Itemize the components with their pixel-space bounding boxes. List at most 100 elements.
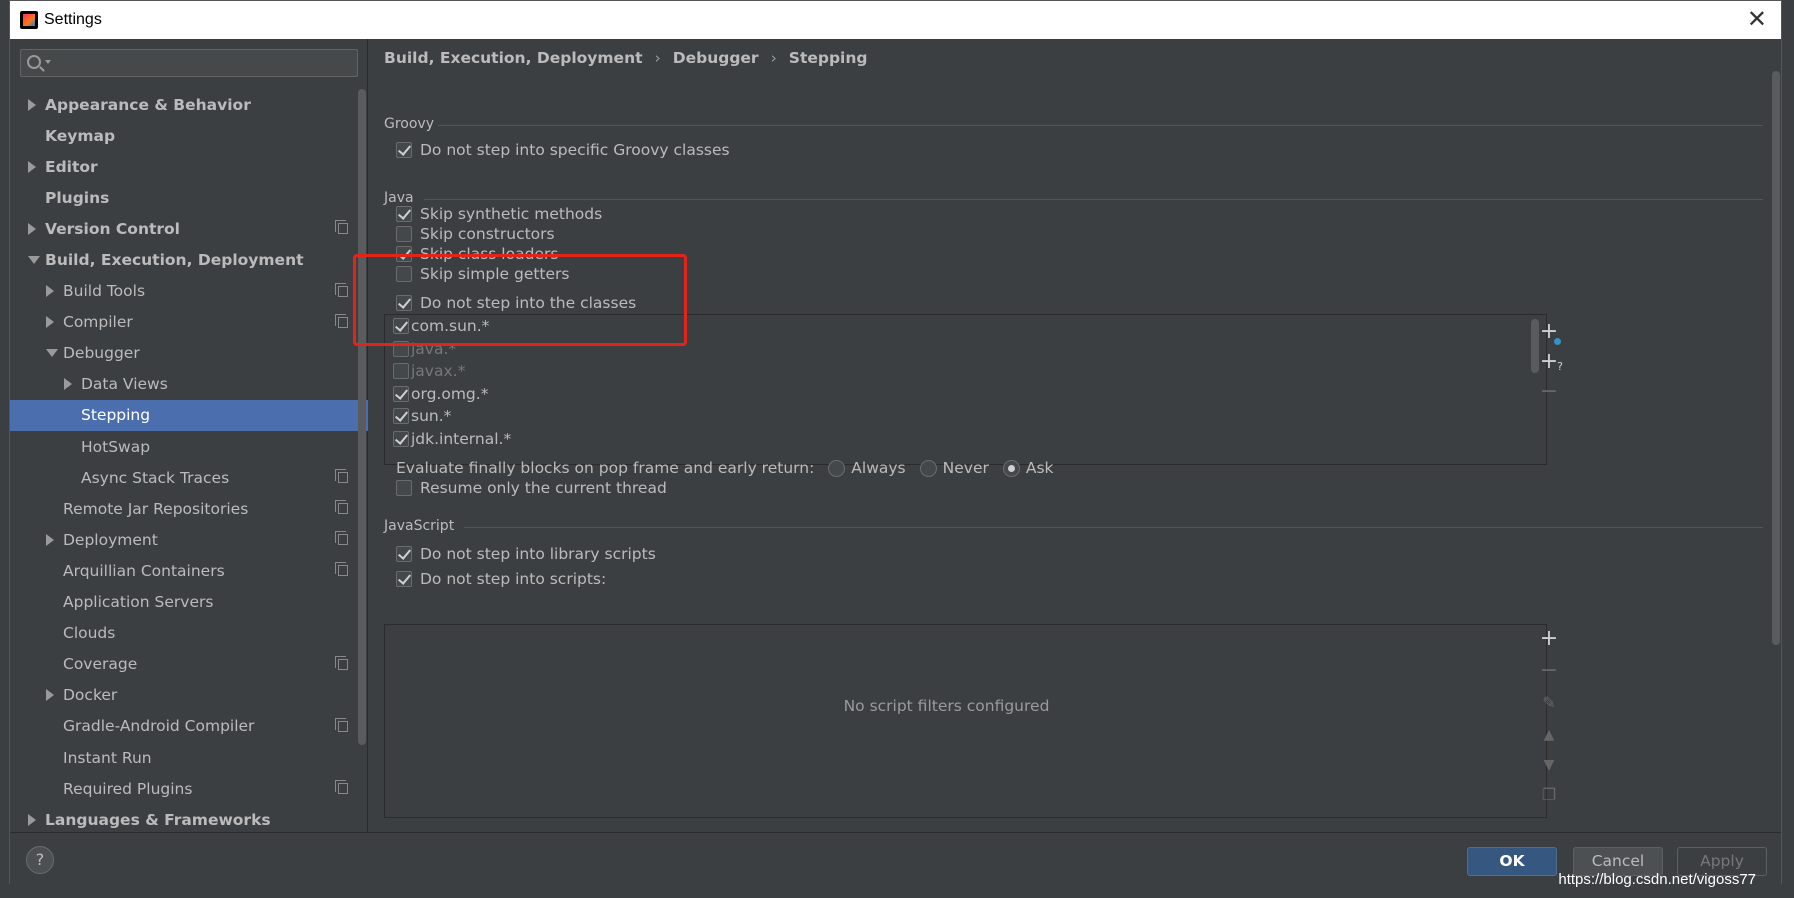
class-filter-item[interactable]: java.* [393,340,456,358]
sidebar-item-debugger[interactable]: Debugger [10,338,368,369]
sidebar-item-build-tools[interactable]: Build Tools [10,276,368,307]
radio-button[interactable] [828,459,846,477]
sidebar-item-required-plugins[interactable]: Required Plugins [10,773,368,804]
sidebar-item-version-control[interactable]: Version Control [10,213,368,244]
sidebar-item-keymap[interactable]: Keymap [10,120,368,151]
search-history-dropdown-icon[interactable] [45,60,51,64]
sidebar-item-languages-frameworks[interactable]: Languages & Frameworks [10,804,368,835]
move-up-icon[interactable]: ▲ [1537,724,1561,748]
java-option-checkbox[interactable] [396,226,412,242]
do-not-step-classes-row[interactable]: Do not step into the classes [396,294,636,312]
sidebar-item-compiler[interactable]: Compiler [10,307,368,338]
groovy-option-row[interactable]: Do not step into specific Groovy classes [396,141,730,159]
evaluate-finally-options: Always Never Ask [814,459,1054,477]
expand-right-icon[interactable] [64,378,72,391]
remove-icon[interactable]: − [1537,660,1561,684]
edit-icon[interactable]: ✎ [1537,692,1561,716]
search-field[interactable] [20,49,358,77]
add-class-icon[interactable]: + [1537,321,1561,345]
sidebar-item-appearance-behavior[interactable]: Appearance & Behavior [10,89,368,120]
add-pattern-icon[interactable]: +? [1537,351,1563,375]
sidebar-item-remote-jar-repositories[interactable]: Remote Jar Repositories [10,493,368,524]
class-filter-checkbox[interactable] [393,318,409,334]
expand-right-icon[interactable] [46,316,54,329]
class-filter-checkbox[interactable] [393,385,409,402]
class-filter-label: sun.* [411,407,452,425]
class-filter-item[interactable]: com.sun.* [393,317,489,335]
java-option-checkbox[interactable] [396,266,412,282]
java-option-row[interactable]: Skip class loaders [396,245,558,263]
expand-right-icon[interactable] [46,689,54,702]
java-option-checkbox[interactable] [396,206,412,222]
search-input[interactable] [53,52,353,74]
sidebar-item-async-stack-traces[interactable]: Async Stack Traces [10,462,368,493]
sidebar-item-arquillian-containers[interactable]: Arquillian Containers [10,555,368,586]
radio-button[interactable] [919,459,937,477]
groovy-checkbox[interactable] [396,142,412,158]
java-option-checkbox[interactable] [396,246,412,262]
radio-label: Never [942,459,989,477]
sidebar-item-label: Deployment [63,530,158,549]
class-filter-checkbox[interactable] [393,408,409,424]
sidebar-item-deployment[interactable]: Deployment [10,524,368,555]
expand-down-icon[interactable] [28,256,40,265]
sidebar-item-stepping[interactable]: Stepping [10,399,368,432]
sidebar-item-plugins[interactable]: Plugins [10,182,368,213]
sidebar-item-data-views[interactable]: Data Views [10,369,368,400]
javascript-option-checkbox[interactable] [396,546,412,562]
java-option-row[interactable]: Skip synthetic methods [396,205,602,223]
move-down-icon[interactable]: ▼ [1537,754,1561,778]
section-divider [424,199,1763,200]
sidebar-item-application-servers[interactable]: Application Servers [10,587,368,618]
sidebar-item-build-execution-deployment[interactable]: Build, Execution, Deployment [10,244,368,275]
content-scrollbar[interactable] [1772,71,1780,645]
java-option-label: Skip synthetic methods [420,205,603,223]
class-filter-item[interactable]: jdk.internal.* [393,430,511,448]
expand-right-icon[interactable] [46,285,54,298]
window-title: Settings [44,11,102,28]
expand-right-icon[interactable] [46,533,54,546]
javascript-option-checkbox[interactable] [396,571,412,587]
close-icon[interactable]: ✕ [1747,7,1767,31]
expand-right-icon[interactable] [28,222,36,235]
settings-tree: Appearance & Behavior Keymap Editor Plugins… [10,89,368,835]
sidebar-item-hotswap[interactable]: HotSwap [10,431,368,462]
class-filter-checkbox[interactable] [393,363,409,379]
help-button[interactable]: ? [26,846,54,874]
resume-thread-label: Resume only the current thread [420,479,667,497]
copy-icon[interactable]: ❐ [1537,784,1561,808]
resume-thread-checkbox[interactable] [396,480,412,496]
evaluate-option-never[interactable]: Never [906,459,989,477]
sidebar-item-gradle-android-compiler[interactable]: Gradle-Android Compiler [10,711,368,742]
expand-right-icon[interactable] [28,813,36,826]
evaluate-option-always[interactable]: Always [814,459,906,477]
sidebar-item-coverage[interactable]: Coverage [10,649,368,680]
resume-thread-row[interactable]: Resume only the current thread [396,479,667,497]
evaluate-option-ask[interactable]: Ask [989,459,1054,477]
radio-button[interactable] [1002,459,1020,477]
sidebar-item-clouds[interactable]: Clouds [10,618,368,649]
class-filter-item[interactable]: org.omg.* [393,385,488,403]
ok-button[interactable]: OK [1467,847,1557,876]
sidebar-item-docker[interactable]: Docker [10,680,368,711]
java-option-row[interactable]: Skip simple getters [396,265,570,283]
class-filter-item[interactable]: javax.* [393,362,465,380]
class-filter-item[interactable]: sun.* [393,407,451,425]
class-filter-checkbox[interactable] [393,430,409,447]
pattern-badge-icon: ? [1557,360,1563,373]
sidebar-item-label: Version Control [45,219,180,238]
expand-right-icon[interactable] [28,98,36,111]
java-option-row[interactable]: Skip constructors [396,225,555,243]
add-icon[interactable]: + [1537,628,1561,652]
sidebar-item-label: Coverage [63,655,138,674]
sidebar-scrollbar[interactable] [358,89,366,745]
javascript-option-row[interactable]: Do not step into library scripts [396,545,656,563]
class-filter-checkbox[interactable] [393,340,409,357]
remove-icon[interactable]: − [1537,381,1561,405]
expand-down-icon[interactable] [46,349,58,358]
expand-right-icon[interactable] [28,160,36,173]
sidebar-item-instant-run[interactable]: Instant Run [10,742,368,773]
sidebar-item-editor[interactable]: Editor [10,151,368,182]
javascript-option-row[interactable]: Do not step into scripts: [396,570,606,588]
do-not-step-classes-checkbox[interactable] [396,295,412,311]
